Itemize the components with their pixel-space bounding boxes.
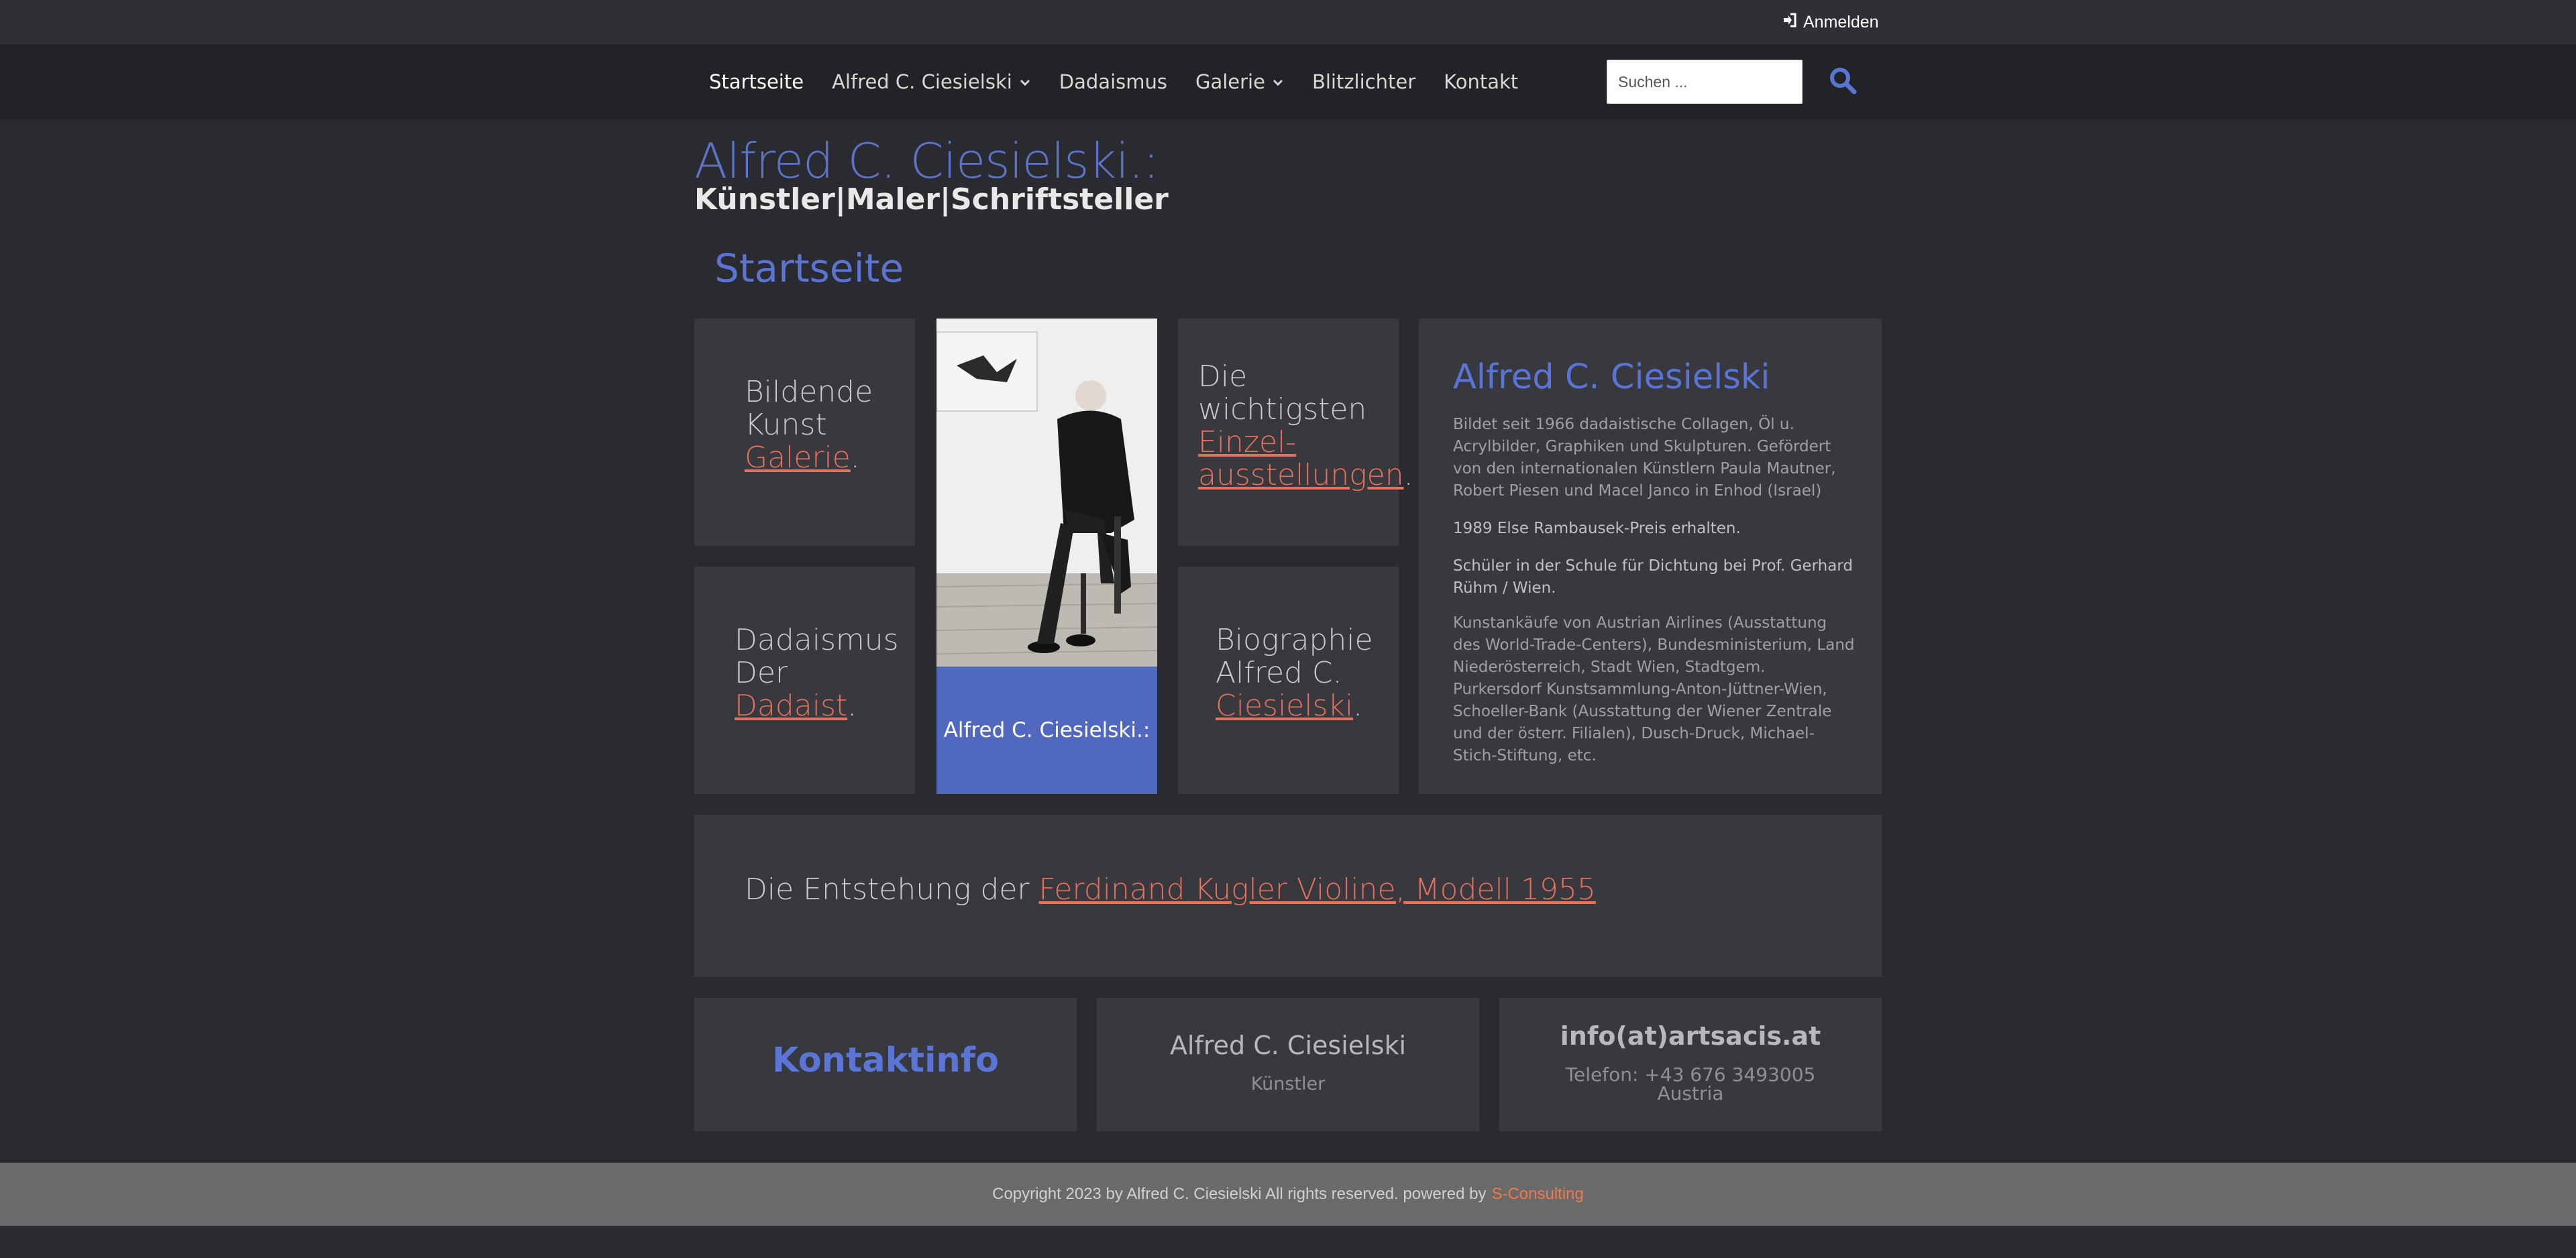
nav-item-blitzlichter[interactable]: Blitzlichter bbox=[1312, 70, 1415, 93]
chevron-down-icon bbox=[1272, 70, 1284, 93]
artist-name: Alfred C. Ciesielski bbox=[1169, 1031, 1407, 1060]
email-tile: info(at)artsacis.at Telefon: +43 676 349… bbox=[1499, 998, 1882, 1131]
nav-label: Alfred C. Ciesielski bbox=[832, 70, 1012, 93]
dot: . bbox=[847, 689, 857, 723]
copyright-text: Copyright 2023 by Alfred C. Ciesielski A… bbox=[992, 1185, 1487, 1203]
nav-label: Kontakt bbox=[1444, 70, 1519, 93]
tile-line: Alfred C. bbox=[1216, 656, 1342, 690]
artist-photo bbox=[936, 319, 1157, 667]
artist-role: Künstler bbox=[1250, 1074, 1326, 1094]
bio-paragraph: 1989 Else Rambausek-Preis erhalten. bbox=[1453, 520, 1741, 537]
bio-paragraph: Kunstankäufe von Austrian Airlines (Auss… bbox=[1453, 614, 1855, 764]
login-link[interactable]: Anmelden bbox=[1782, 12, 1879, 32]
tile-biography-text: Biographie Alfred C. Ciesielski. bbox=[1216, 624, 1373, 722]
tile-violin: Die Entstehung der Ferdinand Kugler Viol… bbox=[694, 815, 1882, 977]
tile-dada-text: Dadaismus Der Dadaist. bbox=[735, 624, 899, 722]
nav-item-galerie[interactable]: Galerie bbox=[1195, 70, 1284, 93]
tile-line: Kunst bbox=[745, 408, 827, 442]
nav-label: Galerie bbox=[1195, 70, 1265, 93]
contact-heading: Kontaktinfo bbox=[771, 1041, 1000, 1080]
contact-email[interactable]: info(at)artsacis.at bbox=[1499, 1021, 1882, 1051]
main-navbar: Startseite Alfred C. Ciesielski Dadaismu… bbox=[0, 44, 2576, 119]
nav-item-alfred[interactable]: Alfred C. Ciesielski bbox=[832, 70, 1031, 93]
tile-exhibitions-text: Die wichtigsten Einzel- ausstellungen. bbox=[1198, 360, 1413, 492]
artist-tile: Alfred C. Ciesielski Künstler bbox=[1097, 998, 1479, 1131]
s-consulting-link[interactable]: S-Consulting bbox=[1491, 1185, 1583, 1204]
galerie-link[interactable]: Galerie bbox=[745, 441, 851, 475]
nav-label: Blitzlichter bbox=[1311, 70, 1416, 93]
tile-biography: Biographie Alfred C. Ciesielski. bbox=[1178, 567, 1399, 794]
violin-link[interactable]: Ferdinand Kugler Violine, Modell 1955 bbox=[1039, 872, 1596, 907]
tile-line: wichtigsten bbox=[1198, 392, 1367, 426]
nav-item-kontakt[interactable]: Kontakt bbox=[1444, 70, 1518, 93]
contact-tile: Kontaktinfo bbox=[694, 998, 1077, 1131]
tile-art: Bildende Kunst Galerie. bbox=[694, 319, 915, 546]
dot: . bbox=[850, 441, 860, 475]
violin-prefix: Die Entstehung der bbox=[745, 872, 1030, 907]
nav-item-dadaismus[interactable]: Dadaismus bbox=[1059, 70, 1167, 93]
sign-in-icon bbox=[1782, 12, 1798, 33]
search-button[interactable] bbox=[1827, 66, 1858, 97]
dot: . bbox=[1403, 458, 1413, 492]
nav-label: Startseite bbox=[709, 70, 804, 93]
bio-title: Alfred C. Ciesielski bbox=[1453, 357, 1770, 397]
bio-paragraph: Bildet seit 1966 dadaistische Collagen, … bbox=[1453, 416, 1836, 500]
contact-phone: Telefon: +43 676 3493005 bbox=[1565, 1064, 1816, 1086]
dot: . bbox=[1353, 689, 1363, 723]
ciesielski-link[interactable]: Ciesielski bbox=[1216, 689, 1353, 723]
tile-art-text: Bildende Kunst Galerie. bbox=[745, 376, 873, 474]
tile-line: Bildende bbox=[745, 375, 873, 409]
page-title: Startseite bbox=[714, 245, 904, 291]
einzel-link[interactable]: Einzel- bbox=[1198, 425, 1296, 459]
tile-line: Biographie bbox=[1216, 623, 1373, 657]
violin-text: Die Entstehung der Ferdinand Kugler Viol… bbox=[745, 872, 1596, 907]
contact-country: Austria bbox=[1657, 1082, 1724, 1104]
tile-dada: Dadaismus Der Dadaist. bbox=[694, 567, 915, 794]
copyright-bar: Copyright 2023 by Alfred C. Ciesielski A… bbox=[0, 1163, 2576, 1226]
tile-line: Die bbox=[1198, 359, 1248, 394]
ausstellungen-link[interactable]: ausstellungen bbox=[1198, 458, 1404, 492]
login-label: Anmelden bbox=[1803, 12, 1879, 32]
tile-exhibitions: Die wichtigsten Einzel- ausstellungen. bbox=[1178, 319, 1413, 546]
bio-paragraph: Schüler in der Schule für Dichtung bei P… bbox=[1453, 557, 1853, 597]
search-input[interactable] bbox=[1607, 60, 1803, 104]
nav-label: Dadaismus bbox=[1059, 70, 1167, 93]
tile-line: Der bbox=[735, 656, 788, 690]
chevron-down-icon bbox=[1019, 70, 1031, 93]
main-nav: Startseite Alfred C. Ciesielski Dadaismu… bbox=[709, 44, 1546, 119]
tile-line: Dadaismus bbox=[735, 623, 899, 657]
tile-photo[interactable]: Alfred C. Ciesielski.: bbox=[936, 319, 1157, 794]
site-title[interactable]: Alfred C. Ciesielski.: bbox=[694, 133, 1159, 189]
search-icon bbox=[1828, 66, 1858, 98]
site-subtitle: Künstler|Maler|Schriftsteller bbox=[694, 182, 1169, 217]
nav-item-startseite[interactable]: Startseite bbox=[709, 70, 804, 93]
dadaist-link[interactable]: Dadaist bbox=[735, 689, 847, 723]
top-bar: Anmelden bbox=[0, 0, 2576, 44]
photo-caption[interactable]: Alfred C. Ciesielski.: bbox=[936, 667, 1157, 794]
tile-bio: Alfred C. Ciesielski Bildet seit 1966 da… bbox=[1419, 319, 1882, 794]
